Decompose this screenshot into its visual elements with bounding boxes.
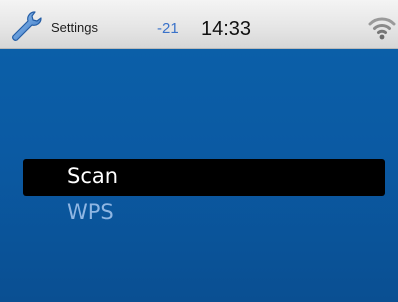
wifi-icon bbox=[368, 17, 396, 40]
app-title: Settings bbox=[51, 20, 98, 35]
menu-item-wps[interactable]: WPS bbox=[23, 195, 385, 232]
menu-item-label: WPS bbox=[67, 200, 114, 224]
status-bar: Settings -21 14:33 bbox=[0, 0, 398, 49]
settings-menu: Scan WPS bbox=[0, 49, 398, 302]
signal-strength-value: -21 bbox=[157, 20, 179, 37]
main-content: Scan WPS bbox=[0, 49, 398, 302]
wrench-icon bbox=[12, 11, 42, 41]
settings-screen: Settings -21 14:33 Scan WPS bbox=[0, 0, 398, 302]
clock: 14:33 bbox=[201, 18, 252, 40]
menu-item-scan[interactable]: Scan bbox=[23, 159, 385, 196]
menu-item-label: Scan bbox=[67, 164, 119, 188]
